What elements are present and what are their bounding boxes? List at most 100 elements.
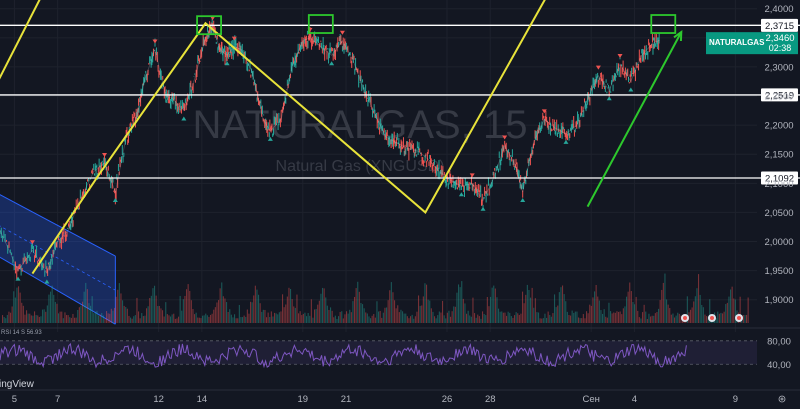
volume-bar — [2, 315, 4, 323]
volume-bar — [186, 289, 188, 323]
volume-bar — [320, 293, 322, 323]
price-tick-label: 2,2500 — [764, 92, 793, 103]
volume-bar — [626, 296, 628, 323]
volume-bar — [318, 300, 320, 323]
volume-bar — [254, 285, 256, 323]
volume-bar — [701, 304, 703, 323]
volume-bar — [523, 303, 525, 323]
volume-bar — [610, 311, 612, 323]
volume-bar — [366, 313, 368, 323]
volume-bar — [370, 318, 372, 323]
price-chart[interactable]: NATURALGAS, 15 Natural Gas (XNGUSD) 2,37… — [0, 0, 800, 409]
volume-bar — [586, 311, 588, 323]
event-icon-dot — [683, 316, 687, 320]
volume-bar — [666, 299, 668, 323]
volume-bar — [310, 299, 312, 323]
volume-bar — [646, 318, 648, 323]
volume-bar — [323, 288, 325, 323]
volume-bar — [78, 307, 80, 323]
volume-bar — [21, 302, 23, 323]
price-tick-label: 2,3000 — [764, 62, 793, 73]
volume-bar — [293, 306, 295, 323]
volume-bar — [336, 318, 338, 323]
volume-bar — [382, 312, 384, 323]
volume-bar — [675, 315, 677, 323]
volume-bar — [390, 282, 392, 323]
volume-bar — [464, 303, 466, 323]
volume-bar — [182, 299, 184, 323]
volume-bar — [59, 311, 61, 323]
volume-bar — [704, 314, 706, 323]
volume-bar — [440, 312, 442, 323]
volume-bar — [570, 315, 572, 323]
volume-bar — [264, 309, 266, 323]
rsi-axis-label: 40,00 — [767, 360, 791, 371]
volume-bar — [408, 318, 410, 323]
volume-bar — [650, 316, 652, 323]
volume-bar — [189, 290, 191, 323]
volume-bar — [96, 310, 98, 323]
volume-bar — [354, 296, 356, 323]
volume-bar — [480, 318, 482, 323]
volume-bar — [88, 303, 90, 323]
volume-bar — [206, 315, 208, 323]
volume-bar — [334, 315, 336, 323]
volume-bar — [83, 291, 85, 323]
volume-bar — [253, 295, 255, 323]
volume-bar — [256, 289, 258, 323]
volume-bar — [491, 287, 493, 323]
volume-bar — [726, 302, 728, 323]
volume-bar — [54, 301, 56, 323]
volume-bar — [360, 302, 362, 323]
volume-bar — [304, 312, 306, 323]
volume-bar — [125, 307, 127, 323]
time-tick-label: 7 — [55, 394, 60, 405]
volume-bar — [349, 309, 351, 323]
volume-bar — [208, 316, 210, 323]
price-tick-label: 2,1500 — [764, 150, 793, 161]
volume-bar — [496, 297, 498, 323]
rsi-pane[interactable]: RSI 14 S 56.93 80,00 40,00 — [0, 327, 800, 376]
volume-bar — [520, 313, 522, 323]
time-tick-label: 21 — [341, 394, 352, 405]
volume-bar — [664, 273, 666, 323]
volume-bar — [32, 315, 34, 323]
volume-bar — [317, 304, 319, 323]
volume-bar — [24, 314, 26, 323]
price-tick-label: 2,0000 — [764, 237, 793, 248]
price-tick-label: 2,0500 — [764, 208, 793, 219]
volume-bar — [389, 290, 391, 323]
volume-bar — [406, 316, 408, 323]
volume-bar — [194, 314, 196, 323]
volume-bar — [418, 295, 420, 323]
volume-bar — [338, 316, 340, 323]
volume-bar — [355, 288, 357, 323]
volume-bar — [312, 317, 314, 323]
volume-bar — [581, 318, 583, 323]
volume-bar — [198, 317, 200, 323]
volume-bar — [397, 305, 399, 323]
volume-bar — [296, 294, 298, 323]
volume-bar — [530, 297, 532, 323]
time-tick-label: 5 — [12, 394, 17, 405]
volume-bar — [19, 292, 21, 323]
volume-bar — [554, 294, 556, 323]
volume-bar — [238, 304, 240, 323]
volume-bar — [448, 310, 450, 323]
volume-bar — [555, 307, 557, 323]
volume-bar — [61, 311, 63, 323]
volume-bar — [450, 316, 452, 323]
volume-bar — [374, 317, 376, 323]
volume-bar — [392, 292, 394, 323]
volume-bar — [478, 316, 480, 323]
volume-bar — [91, 296, 93, 323]
volume-bar — [576, 311, 578, 323]
volume-bar — [717, 311, 719, 323]
volume-bar — [309, 315, 311, 323]
volume-bar — [424, 283, 426, 323]
volume-bar — [605, 316, 607, 323]
volume-bar — [299, 311, 301, 323]
volume-bar — [90, 305, 92, 323]
volume-bar — [563, 294, 565, 323]
price-tick-label: 2,1000 — [764, 179, 793, 190]
